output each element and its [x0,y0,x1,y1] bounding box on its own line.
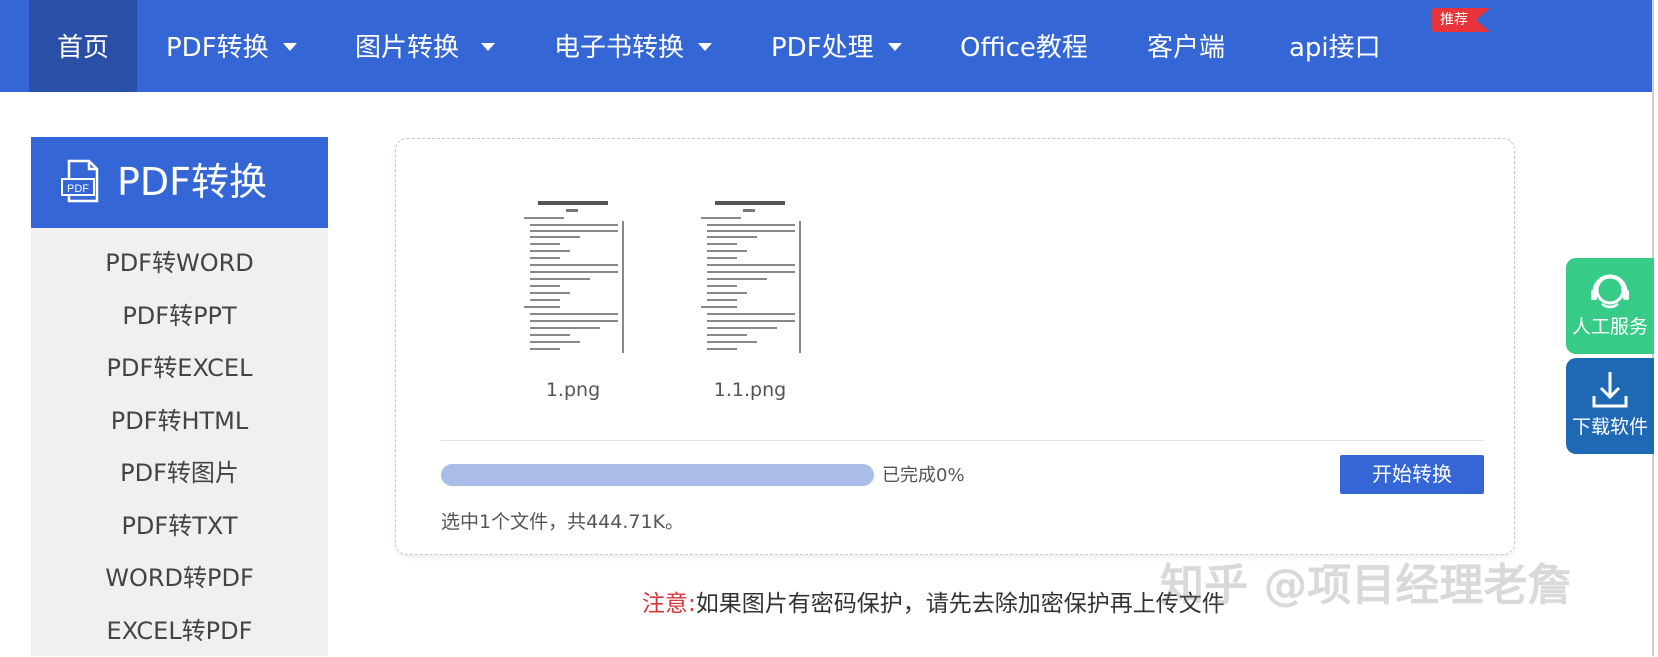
nav-office-tutorial-label: Office教程 [960,33,1088,63]
service-label: 人工服务 [1566,314,1654,340]
nav-api-label: api接口 [1289,33,1381,63]
notice-label: 注意: [642,591,696,617]
upload-panel: 1.png 1.1.png 已完成0% 开始转换 选中1个文件，共444.71K… [395,138,1515,555]
selected-files-summary: 选中1个文件，共444.71K。 [441,509,684,535]
divider [441,440,1484,441]
nav-item-pdf-convert[interactable]: PDF转换 [166,0,297,92]
sidebar: PDF PDF转换 PDF转WORD PDF转PPT PDF转EXCEL PDF… [31,137,328,656]
chevron-down-icon [888,43,902,51]
nav-ebook-convert-label: 电子书转换 [554,33,684,63]
nav-item-ebook-convert[interactable]: 电子书转换 [554,0,712,92]
nav-item-pdf-process[interactable]: PDF处理 [771,0,902,92]
nav-pdf-process-label: PDF处理 [771,33,874,63]
sidebar-item-pdf-to-word[interactable]: PDF转WORD [31,237,328,290]
watermark: 知乎 @项目经理老詹 [1160,560,1571,612]
document-preview-image [518,193,628,361]
sidebar-list: PDF转WORD PDF转PPT PDF转EXCEL PDF转HTML PDF转… [31,228,328,657]
top-navbar: 首页 PDF转换 图片转换 电子书转换 PDF处理 Office教程 客户端 a… [0,0,1652,92]
nav-item-api[interactable]: api接口 [1289,0,1381,92]
nav-client-label: 客户端 [1147,33,1225,63]
progress-bar [441,464,874,486]
progress-text: 已完成0% [882,464,965,488]
sidebar-item-pdf-to-image[interactable]: PDF转图片 [31,447,328,500]
notice: 注意:如果图片有密码保护，请先去除加密保护再上传文件 [642,589,1225,619]
notice-text: 如果图片有密码保护，请先去除加密保护再上传文件 [696,591,1225,617]
svg-text:PDF: PDF [67,183,89,195]
recommend-badge: 推荐 [1432,8,1476,32]
pdf-file-icon: PDF [61,159,101,203]
file-thumbnail[interactable]: 1.png [513,193,633,401]
customer-service-button[interactable]: 人工服务 [1566,258,1654,354]
headset-icon [1588,268,1632,312]
chevron-down-icon [283,43,297,51]
file-thumbnail[interactable]: 1.1.png [690,193,810,401]
nav-item-client[interactable]: 客户端 [1147,0,1225,92]
file-name: 1.1.png [690,379,810,401]
download-software-button[interactable]: 下载软件 [1566,358,1654,454]
chevron-down-icon [698,43,712,51]
sidebar-header: PDF PDF转换 [31,137,328,228]
sidebar-item-word-to-pdf[interactable]: WORD转PDF [31,552,328,605]
sidebar-item-pdf-to-txt[interactable]: PDF转TXT [31,500,328,553]
nav-home-label: 首页 [57,33,109,63]
nav-pdf-convert-label: PDF转换 [166,33,269,63]
sidebar-title: PDF转换 [117,159,267,205]
nav-item-home[interactable]: 首页 [29,0,137,92]
nav-image-convert-label: 图片转换 [355,33,459,63]
download-label: 下载软件 [1566,414,1654,440]
chevron-down-icon [481,43,495,51]
sidebar-item-pdf-to-ppt[interactable]: PDF转PPT [31,290,328,343]
sidebar-item-pdf-to-excel[interactable]: PDF转EXCEL [31,342,328,395]
start-convert-button[interactable]: 开始转换 [1340,455,1484,494]
nav-item-image-convert[interactable]: 图片转换 [355,0,495,92]
file-name: 1.png [513,379,633,401]
sidebar-item-pdf-to-html[interactable]: PDF转HTML [31,395,328,448]
nav-item-office-tutorial[interactable]: Office教程 [960,0,1088,92]
document-preview-image [695,193,805,361]
sidebar-item-excel-to-pdf[interactable]: EXCEL转PDF [31,605,328,657]
download-icon [1588,368,1632,412]
